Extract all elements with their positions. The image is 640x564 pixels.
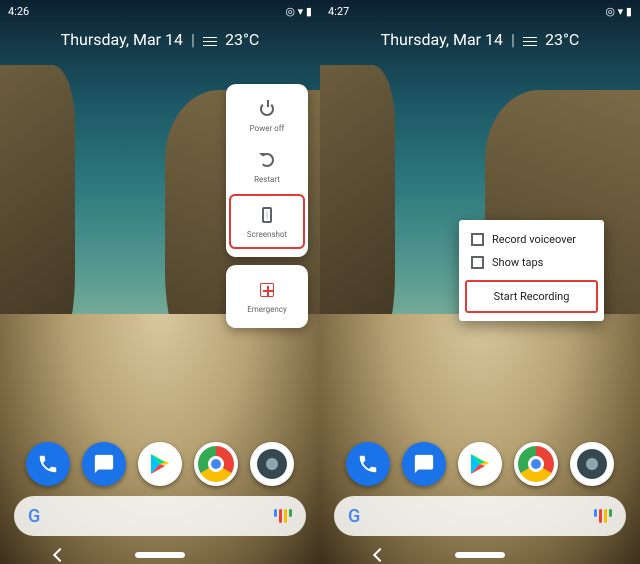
nav-bar xyxy=(320,550,640,560)
screenshot-icon xyxy=(258,206,276,224)
screen-left: 4:26 ◎ ▾ ▮ Thursday, Mar 14 | 23°C Power… xyxy=(0,0,320,564)
weather-icon xyxy=(523,33,537,47)
play-store-app[interactable] xyxy=(458,442,502,486)
back-button[interactable] xyxy=(53,548,67,562)
google-g-icon: G xyxy=(28,506,40,527)
power-menu-card: Power off Restart Screenshot xyxy=(226,84,308,257)
play-store-app[interactable] xyxy=(138,442,182,486)
screenshot-item[interactable]: Screenshot xyxy=(229,194,305,249)
restart-icon xyxy=(258,151,276,169)
camera-app[interactable] xyxy=(250,442,294,486)
status-bar: 4:26 ◎ ▾ ▮ xyxy=(0,0,320,22)
home-pill[interactable] xyxy=(455,552,505,558)
phone-app[interactable] xyxy=(26,442,70,486)
search-bar[interactable]: G xyxy=(334,496,626,536)
messages-app[interactable] xyxy=(402,442,446,486)
status-time: 4:26 xyxy=(8,5,29,18)
messages-app[interactable] xyxy=(82,442,126,486)
emergency-icon xyxy=(258,281,276,299)
power-off-item[interactable]: Power off xyxy=(226,90,308,141)
date-text: Thursday, Mar 14 xyxy=(61,30,183,49)
camera-app[interactable] xyxy=(570,442,614,486)
temp-text: 23°C xyxy=(225,30,259,49)
status-bar: 4:27 ◎ ▾ ▮ xyxy=(320,0,640,22)
weather-icon xyxy=(203,33,217,47)
checkbox-icon[interactable] xyxy=(471,233,484,246)
start-recording-button[interactable]: Start Recording xyxy=(465,280,598,313)
dock xyxy=(320,442,640,486)
status-time: 4:27 xyxy=(328,5,349,18)
chrome-app[interactable] xyxy=(194,442,238,486)
date-text: Thursday, Mar 14 xyxy=(381,30,503,49)
date-weather[interactable]: Thursday, Mar 14 | 23°C xyxy=(0,30,320,49)
back-button[interactable] xyxy=(373,548,387,562)
checkbox-icon[interactable] xyxy=(471,256,484,269)
chrome-app[interactable] xyxy=(514,442,558,486)
show-taps-option[interactable]: Show taps xyxy=(459,251,604,274)
date-weather[interactable]: Thursday, Mar 14 | 23°C xyxy=(320,30,640,49)
dock xyxy=(0,442,320,486)
screen-right: 4:27 ◎ ▾ ▮ Thursday, Mar 14 | 23°C Recor… xyxy=(320,0,640,564)
record-voiceover-option[interactable]: Record voiceover xyxy=(459,228,604,251)
search-bar[interactable]: G xyxy=(14,496,306,536)
emergency-card: Emergency xyxy=(226,265,308,328)
home-pill[interactable] xyxy=(135,552,185,558)
phone-app[interactable] xyxy=(346,442,390,486)
temp-text: 23°C xyxy=(545,30,579,49)
record-menu: Record voiceover Show taps Start Recordi… xyxy=(459,220,604,321)
power-menu: Power off Restart Screenshot Emergency xyxy=(226,84,308,328)
google-g-icon: G xyxy=(348,506,360,527)
emergency-item[interactable]: Emergency xyxy=(226,271,308,322)
assistant-icon[interactable] xyxy=(274,509,292,523)
status-icons: ◎ ▾ ▮ xyxy=(605,5,632,18)
restart-item[interactable]: Restart xyxy=(226,141,308,192)
nav-bar xyxy=(0,550,320,560)
power-icon xyxy=(258,100,276,118)
assistant-icon[interactable] xyxy=(594,509,612,523)
status-icons: ◎ ▾ ▮ xyxy=(285,5,312,18)
